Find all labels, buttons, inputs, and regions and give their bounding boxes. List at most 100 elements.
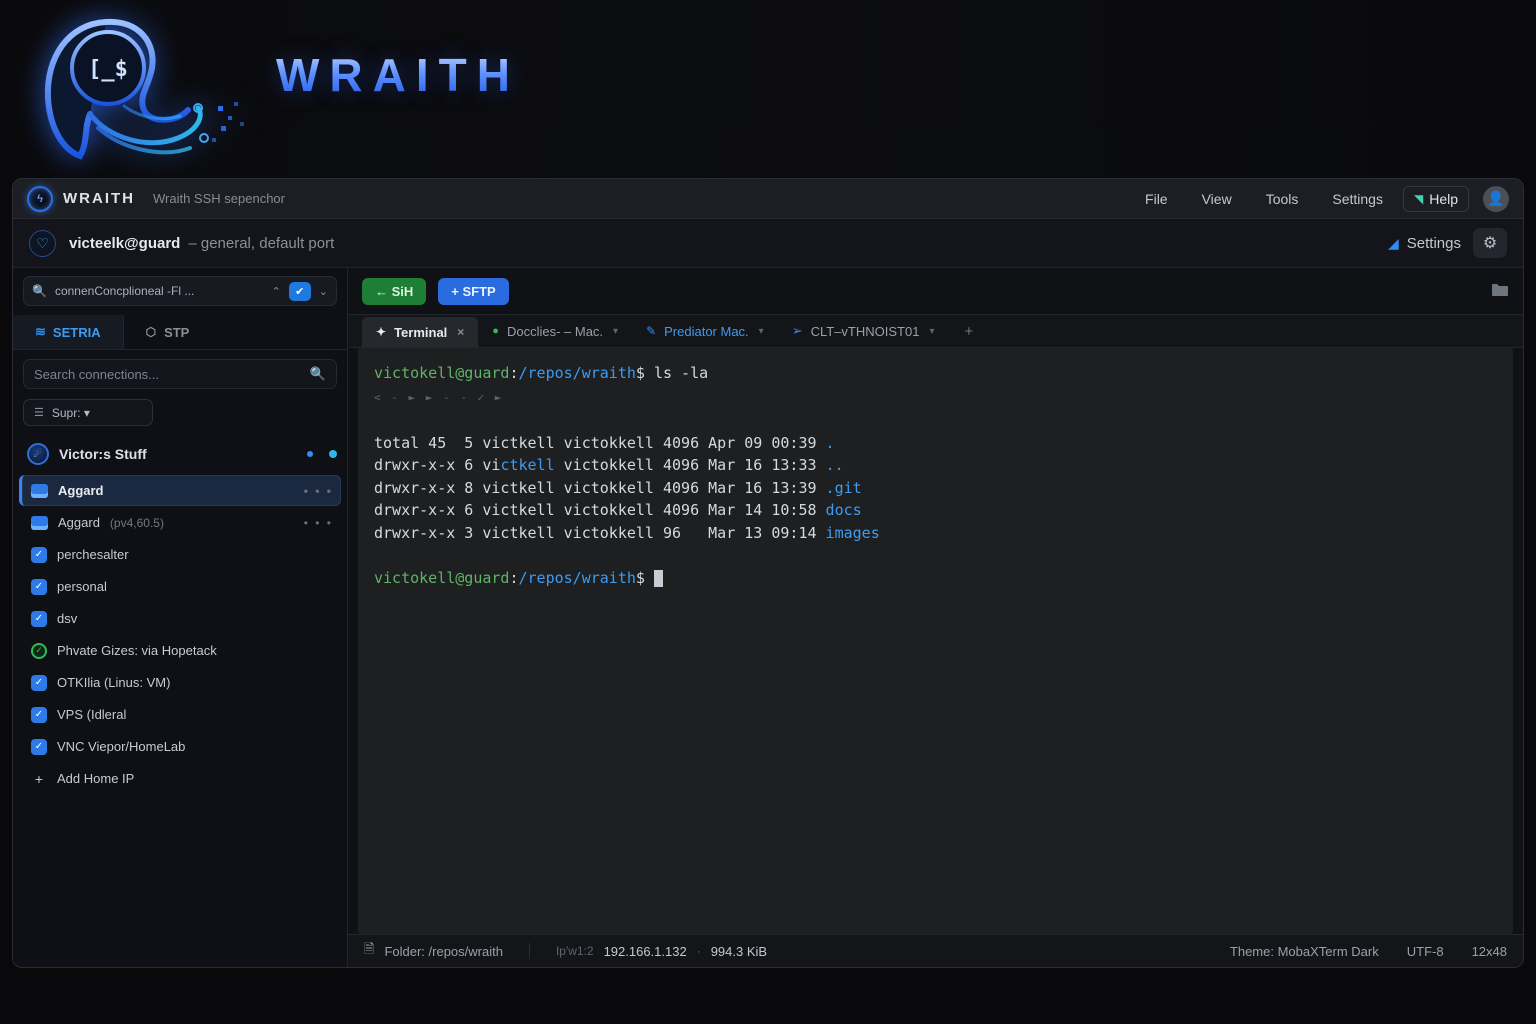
wraith-ghost-logo-icon: [_$ xyxy=(28,10,258,168)
sidebar-item-vps-idleral[interactable]: ✓VPS (Idleral xyxy=(19,699,341,730)
terminal-line: drwxr-x-x 6 victkell victokkell 4096 Mar… xyxy=(374,499,1497,522)
item-label: perchesalter xyxy=(57,547,129,562)
file-icon: 🗎 xyxy=(364,940,374,962)
group-label: Victor:s Stuff xyxy=(59,446,297,462)
search-connections-input[interactable] xyxy=(34,367,310,382)
terminal-tabbar: ✦ Terminal × ● Docclies- – Mac. ▾ ✎ Prediator M… xyxy=(348,314,1523,348)
tab-label: Terminal xyxy=(394,325,447,340)
gear-button[interactable]: ⚙ xyxy=(1473,228,1507,258)
tab-label: Docclies- – Mac. xyxy=(507,324,603,339)
search-connections-box: 🔍 xyxy=(23,359,337,389)
connection-heart-icon: ♡ xyxy=(29,230,56,257)
tab-stp-label: STP xyxy=(164,325,189,340)
terminal-line: drwxr-x-x 8 victkell victokkell 4096 Mar… xyxy=(374,477,1497,500)
green-dot-icon: ● xyxy=(492,325,499,337)
chevron-up-icon[interactable]: ⌃ xyxy=(272,285,281,298)
status-grid-size: 12x48 xyxy=(1472,944,1507,959)
terminal-line: victokell@guard:/repos/wraith$ ls -la xyxy=(374,362,1497,385)
item-menu-dots-icon[interactable]: • • • xyxy=(304,484,333,498)
status-folder: Folder: /repos/wraith xyxy=(384,944,503,959)
connection-settings-button[interactable]: ◢ Settings xyxy=(1388,235,1461,252)
sftp-button[interactable]: + SFTP xyxy=(438,278,508,305)
green-check-icon: ✓ xyxy=(31,643,47,659)
sidebar-item-otkilia-linus-vm[interactable]: ✓OTKIlia (Linus: VM) xyxy=(19,667,341,698)
sidebar-item-aggard[interactable]: Aggard• • • xyxy=(19,475,341,506)
banner-title: WRAITH xyxy=(276,48,520,102)
checkbox-button[interactable]: ✔ xyxy=(289,282,311,301)
menu-item-file[interactable]: File xyxy=(1131,185,1182,213)
pencil-icon: ✎ xyxy=(646,324,656,338)
chat-folder-icon xyxy=(31,484,48,498)
sidebar-item-phvate-gizes-via-hopetack[interactable]: ✓ Phvate Gizes: via Hopetack xyxy=(19,635,341,666)
item-label: Phvate Gizes: via Hopetack xyxy=(57,643,217,658)
search-icon: 🔍 xyxy=(310,366,326,382)
plane-icon: ➢ xyxy=(792,323,803,339)
app-title: WRAITH xyxy=(63,190,135,207)
sidebar-item-aggard[interactable]: Aggard(pv4,60.5)• • • xyxy=(19,507,341,538)
chevron-down-icon[interactable]: ⌄ xyxy=(319,285,328,298)
blue-check-icon: ✓ xyxy=(31,611,47,627)
terminal-output[interactable]: victokell@guard:/repos/wraith$ ls -la< -… xyxy=(358,348,1513,934)
ssh-button-label: ← SiH xyxy=(375,284,413,299)
sidebar-item-dsv[interactable]: ✓ dsv xyxy=(19,603,341,634)
status-dot-cyan xyxy=(329,450,337,458)
sort-filter-dropdown[interactable]: ☰ Supr: ▾ xyxy=(23,399,153,426)
menu-item-settings[interactable]: Settings xyxy=(1318,185,1397,213)
terminal-line: victokell@guard:/repos/wraith$ xyxy=(374,567,1497,590)
chat-folder-icon xyxy=(31,516,48,530)
status-theme: Theme: MobaXTerm Dark xyxy=(1230,944,1379,959)
menu-item-tools[interactable]: Tools xyxy=(1252,185,1313,213)
folder-icon[interactable] xyxy=(1491,282,1509,301)
terminal-line xyxy=(374,409,1497,432)
connection-settings-label: Settings xyxy=(1407,235,1461,252)
status-ip-label: Ip′w1:2 xyxy=(556,944,594,958)
menubar: ϟ WRAITH Wraith SSH sepenchor FileViewTo… xyxy=(13,179,1523,219)
blue-check-icon: ✓ xyxy=(31,739,47,755)
statusbar: 🗎 Folder: /repos/wraith Ip′w1:2 192.166.… xyxy=(348,934,1523,967)
terminal-tab-terminal[interactable]: ✦ Terminal × xyxy=(362,317,478,347)
session-toolbar: ← SiH + SFTP xyxy=(348,268,1523,314)
tab-setria-label: SETRIA xyxy=(53,325,101,340)
help-button[interactable]: ◥Help xyxy=(1403,186,1469,212)
item-label: dsv xyxy=(57,611,77,626)
tab-label: Prediator Mac. xyxy=(664,324,749,339)
connection-profile-dropdown[interactable]: 🔍 connenConcplioneal -Fl ... ⌃ ✔ ⌄ xyxy=(23,276,337,306)
waves-icon: ≋ xyxy=(35,324,45,340)
item-label: Add Home IP xyxy=(57,771,134,786)
sidebar-item-add-home-ip[interactable]: +Add Home IP xyxy=(19,763,341,794)
shield-icon: ⬡ xyxy=(146,325,156,339)
terminal-line: total 45 5 victkell victokkell 4096 Apr … xyxy=(374,432,1497,455)
sidebar-item-personal[interactable]: ✓personal xyxy=(19,571,341,602)
sidebar-item-vnc-viepor-homelab[interactable]: ✓VNC Viepor/HomeLab xyxy=(19,731,341,762)
terminal-tab-clt-vthnoist01[interactable]: ➢CLT–vTHNOIST01▾ xyxy=(778,315,949,347)
connection-list: Aggard• • •Aggard(pv4,60.5)• • •✓perches… xyxy=(13,474,347,795)
connection-bar: ♡ victeelk@guard – general, default port… xyxy=(13,219,1523,268)
status-encoding: UTF-8 xyxy=(1407,944,1444,959)
user-avatar[interactable]: 👤 xyxy=(1483,186,1509,212)
connection-group-header[interactable]: ☄ Victor:s Stuff xyxy=(27,438,337,470)
app-logo-icon: ϟ xyxy=(27,186,53,212)
profile-dropdown-value: connenConcplioneal -Fl ... xyxy=(55,284,264,298)
menu-item-view[interactable]: View xyxy=(1188,185,1246,213)
search-icon: 🔍 xyxy=(32,284,47,298)
sidebar-tabs: ≋ SETRIA ⬡ STP xyxy=(13,315,347,350)
terminal-line: drwxr-x-x 3 victkell victokkell 96 Mar 1… xyxy=(374,522,1497,545)
chevron-down-icon[interactable]: ▾ xyxy=(613,326,618,337)
chevron-down-icon[interactable]: ▾ xyxy=(759,326,764,337)
tab-setria[interactable]: ≋ SETRIA xyxy=(13,315,124,349)
sftp-button-label: + SFTP xyxy=(451,284,495,299)
terminal-tab-prediator-mac[interactable]: ✎ Prediator Mac. ▾ xyxy=(632,315,778,347)
terminal-icon: ✦ xyxy=(376,325,386,339)
tab-stp[interactable]: ⬡ STP xyxy=(124,315,212,349)
close-tab-icon[interactable]: × xyxy=(457,325,464,339)
item-menu-dots-icon[interactable]: • • • xyxy=(304,516,333,530)
tool-icon: ◢ xyxy=(1388,235,1399,252)
ssh-button[interactable]: ← SiH xyxy=(362,278,426,305)
sort-filter-label: Supr: ▾ xyxy=(52,406,90,420)
terminal-line: drwxr-x-x 6 victkell victokkell 4096 Mar… xyxy=(374,454,1497,477)
new-tab-button[interactable]: + xyxy=(948,315,989,347)
sidebar-item-perchesalter[interactable]: ✓perchesalter xyxy=(19,539,341,570)
app-window: ϟ WRAITH Wraith SSH sepenchor FileViewTo… xyxy=(12,178,1524,968)
chevron-down-icon[interactable]: ▾ xyxy=(929,326,934,337)
terminal-tab-docclies-mac[interactable]: ● Docclies- – Mac. ▾ xyxy=(478,315,632,347)
